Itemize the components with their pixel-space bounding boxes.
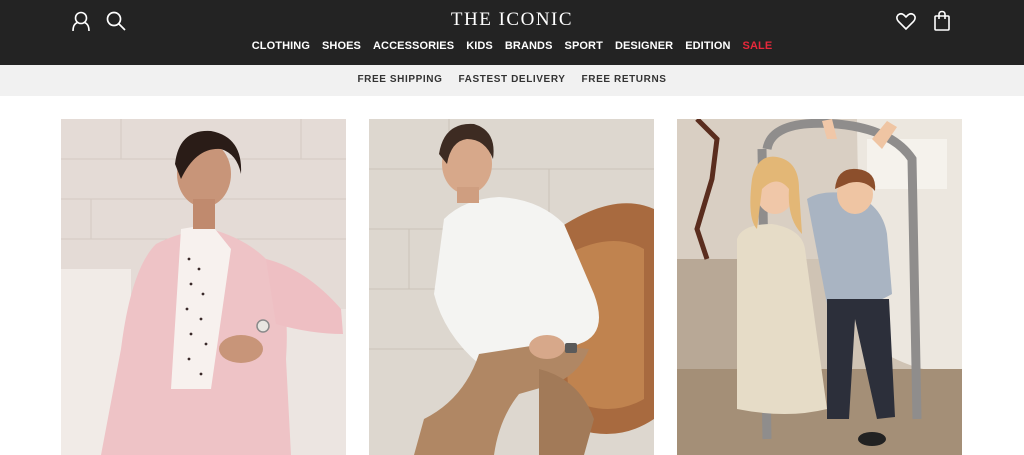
- promo-fastest-delivery[interactable]: FASTEST DELIVERY: [459, 74, 566, 85]
- nav-item-shoes[interactable]: SHOES: [322, 40, 361, 52]
- nav-item-brands[interactable]: BRANDS: [505, 40, 553, 52]
- women-tile[interactable]: [61, 119, 346, 455]
- promo-free-returns[interactable]: FREE RETURNS: [582, 74, 667, 85]
- women-tile-image: [61, 119, 346, 455]
- main-nav: CLOTHING SHOES ACCESSORIES KIDS BRANDS S…: [0, 40, 1024, 52]
- nav-item-accessories[interactable]: ACCESSORIES: [373, 40, 454, 52]
- kids-tile[interactable]: [677, 119, 962, 455]
- heart-icon[interactable]: [893, 8, 919, 34]
- promo-free-shipping[interactable]: FREE SHIPPING: [357, 74, 442, 85]
- nav-item-edition[interactable]: EDITION: [685, 40, 730, 52]
- men-tile-image: [369, 119, 654, 455]
- men-tile[interactable]: [369, 119, 654, 455]
- kids-tile-image: [677, 119, 962, 455]
- nav-item-sale[interactable]: SALE: [743, 40, 773, 52]
- nav-item-kids[interactable]: KIDS: [466, 40, 493, 52]
- site-logo[interactable]: THE ICONIC: [0, 9, 1024, 31]
- nav-item-designer[interactable]: DESIGNER: [615, 40, 673, 52]
- promo-bar: FREE SHIPPING FASTEST DELIVERY FREE RETU…: [0, 65, 1024, 96]
- nav-item-clothing[interactable]: CLOTHING: [252, 40, 310, 52]
- nav-item-sport[interactable]: SPORT: [565, 40, 603, 52]
- site-header: THE ICONIC CLOTHING SHOES ACCESSORIES KI…: [0, 0, 1024, 65]
- shopping-bag-icon[interactable]: [929, 8, 955, 34]
